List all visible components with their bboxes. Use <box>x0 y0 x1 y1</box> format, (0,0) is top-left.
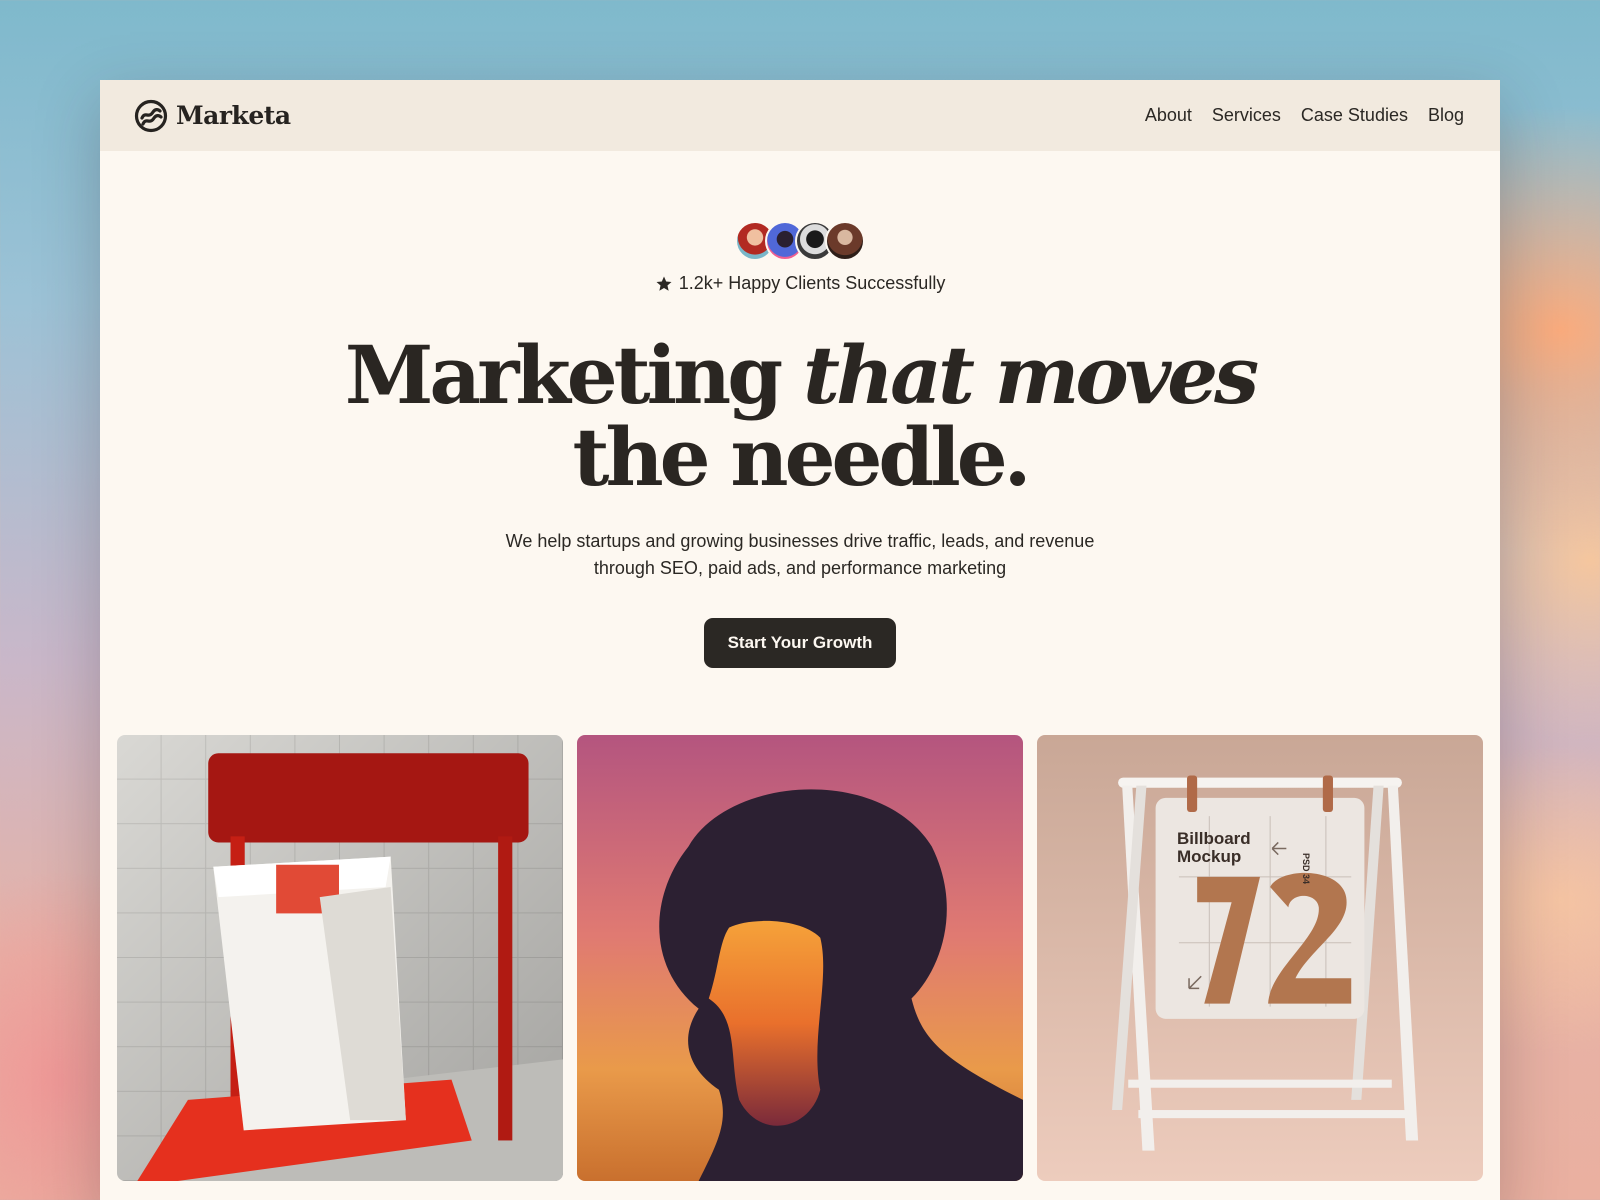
clients-text: 1.2k+ Happy Clients Successfully <box>678 273 946 293</box>
browser-window: Marketa About Services Case Studies Blog… <box>100 80 1500 1200</box>
navbar: Marketa About Services Case Studies Blog <box>100 80 1500 151</box>
image-gallery: Billboard Mockup PSD 34 72 <box>117 735 1483 1181</box>
hero-section: 1.2k+ Happy Clients Successfully Marketi… <box>100 221 1500 668</box>
gallery-image-silhouette <box>577 735 1023 1181</box>
nav-case-studies[interactable]: Case Studies <box>1301 105 1408 126</box>
nav-blog[interactable]: Blog <box>1428 105 1464 126</box>
billboard-tag: PSD 34 <box>1301 853 1311 885</box>
marketa-logo-icon <box>134 99 168 132</box>
headline-italic: that moves <box>802 328 1259 422</box>
gallery-image-chair-bag <box>117 735 563 1181</box>
billboard-title: Billboard Mockup <box>1177 829 1251 866</box>
gallery-image-billboard: Billboard Mockup PSD 34 72 <box>1037 735 1483 1181</box>
hero-headline: Marketing that moves the needle. <box>100 334 1500 498</box>
nav-about[interactable]: About <box>1145 105 1192 126</box>
hero-subtext: We help startups and growing businesses … <box>505 531 1095 578</box>
nav-links: About Services Case Studies Blog <box>1145 105 1464 126</box>
client-avatars <box>100 221 1500 261</box>
star-icon <box>656 276 672 291</box>
start-growth-button[interactable]: Start Your Growth <box>703 618 897 668</box>
brand-name: Marketa <box>176 101 291 130</box>
brand[interactable]: Marketa <box>134 99 291 133</box>
headline-line2: the needle. <box>572 410 1032 504</box>
nav-services[interactable]: Services <box>1212 105 1281 126</box>
headline-part1: Marketing <box>344 328 803 422</box>
avatar <box>825 221 865 261</box>
clients-count: 1.2k+ Happy Clients Successfully <box>100 273 1500 294</box>
